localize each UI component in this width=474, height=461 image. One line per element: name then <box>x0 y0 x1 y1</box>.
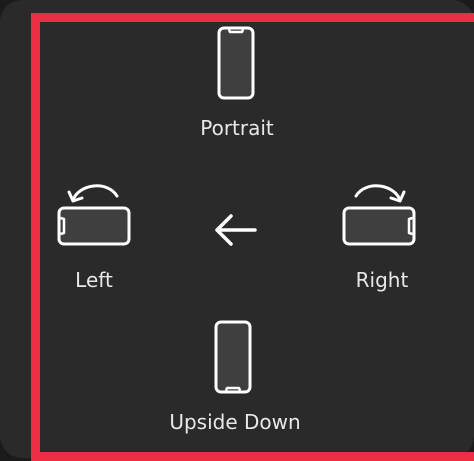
portrait-label: Portrait <box>200 116 274 140</box>
back-arrow-icon <box>215 214 257 246</box>
left-label: Left <box>75 268 113 292</box>
upside-down-label: Upside Down <box>169 410 301 434</box>
back-button[interactable] <box>204 206 264 252</box>
phone-portrait-icon <box>217 26 255 100</box>
orientation-menu-panel: Portrait Left Right Upside Down <box>0 0 474 458</box>
left-option[interactable]: Left <box>40 176 150 292</box>
portrait-option[interactable]: Portrait <box>182 22 292 140</box>
right-option[interactable]: Right <box>326 176 436 292</box>
upside-down-option[interactable]: Upside Down <box>160 316 310 436</box>
phone-landscape-right-icon <box>342 184 416 246</box>
phone-landscape-left-icon <box>57 184 131 246</box>
phone-upside-down-icon <box>214 320 252 394</box>
right-label: Right <box>355 268 409 292</box>
